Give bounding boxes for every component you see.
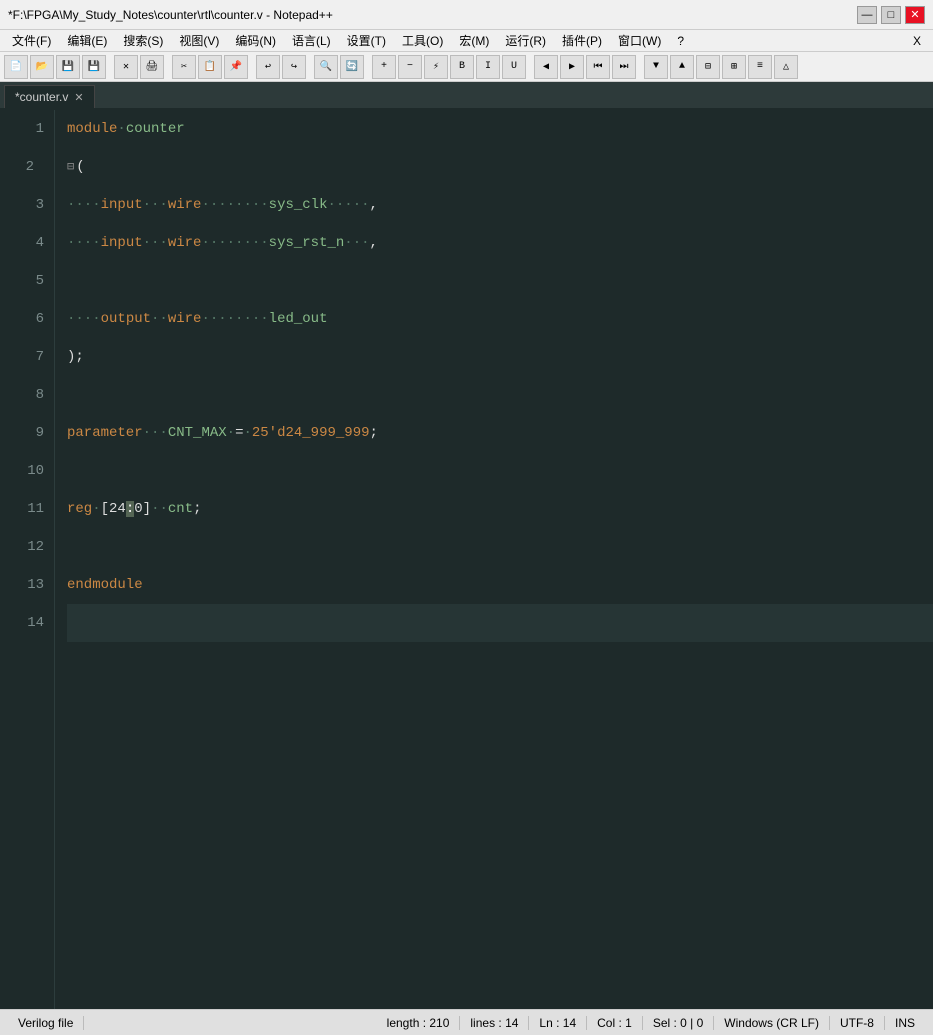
close-button[interactable]: ✕ (905, 6, 925, 24)
tb-b12[interactable]: ≡ (748, 55, 772, 79)
status-ins: INS (885, 1016, 925, 1030)
minimize-button[interactable]: — (857, 6, 877, 24)
line-numbers: 1 2 3 4 5 6 7 8 9 10 11 12 13 14 (0, 110, 55, 1009)
status-filetype: Verilog file (8, 1016, 84, 1030)
line-num-1: 1 (0, 110, 44, 148)
menu-run[interactable]: 运行(R) (497, 30, 554, 51)
tb-close[interactable]: ✕ (114, 55, 138, 79)
status-encoding: Windows (CR LF) (714, 1016, 830, 1030)
tb-b8[interactable]: ▼ (644, 55, 668, 79)
tab-close-icon[interactable]: ✕ (74, 91, 83, 104)
line-num-10: 10 (0, 452, 44, 490)
tb-cut[interactable]: ✂ (172, 55, 196, 79)
tb-b3[interactable]: U (502, 55, 526, 79)
tb-b9[interactable]: ▲ (670, 55, 694, 79)
code-line-8 (67, 376, 933, 414)
title-bar: *F:\FPGA\My_Study_Notes\counter\rtl\coun… (0, 0, 933, 30)
tb-b4[interactable]: ◀ (534, 55, 558, 79)
tb-saveall[interactable]: 💾 (82, 55, 106, 79)
code-line-14 (67, 604, 933, 642)
tb-zoom-in[interactable]: + (372, 55, 396, 79)
tb-replace[interactable]: 🔄 (340, 55, 364, 79)
tb-b10[interactable]: ⊟ (696, 55, 720, 79)
menu-settings[interactable]: 设置(T) (339, 30, 394, 51)
code-area[interactable]: module·counter ⊟( ····input···wire······… (55, 110, 933, 1009)
maximize-button[interactable]: □ (881, 6, 901, 24)
status-bar: Verilog file length : 210 lines : 14 Ln … (0, 1009, 933, 1035)
tb-find[interactable]: 🔍 (314, 55, 338, 79)
line-num-9: 9 (0, 414, 44, 452)
menu-file[interactable]: 文件(F) (4, 30, 59, 51)
menu-tools[interactable]: 工具(O) (394, 30, 451, 51)
status-sel: Sel : 0 | 0 (643, 1016, 714, 1030)
line-num-5: 5 (0, 262, 44, 300)
line-num-12: 12 (0, 528, 44, 566)
code-line-13: endmodule (67, 566, 933, 604)
tb-zoom-out[interactable]: − (398, 55, 422, 79)
line-num-3: 3 (0, 186, 44, 224)
tb-b13[interactable]: △ (774, 55, 798, 79)
title-text: *F:\FPGA\My_Study_Notes\counter\rtl\coun… (8, 8, 333, 22)
code-line-5 (67, 262, 933, 300)
line-num-7: 7 (0, 338, 44, 376)
code-line-7: ); (67, 338, 933, 376)
code-line-4: ····input···wire········sys_rst_n···, (67, 224, 933, 262)
status-col: Col : 1 (587, 1016, 643, 1030)
status-length: length : 210 (377, 1016, 461, 1030)
tb-open[interactable]: 📂 (30, 55, 54, 79)
tb-paste[interactable]: 📌 (224, 55, 248, 79)
tb-print[interactable]: 🖨 (140, 55, 164, 79)
line-num-4: 4 (0, 224, 44, 262)
tab-label: *counter.v (15, 90, 68, 104)
menu-plugins[interactable]: 插件(P) (554, 30, 610, 51)
tb-new[interactable]: 📄 (4, 55, 28, 79)
title-controls: — □ ✕ (857, 6, 925, 24)
code-line-9: parameter···CNT_MAX·=·25'd24_999_999; (67, 414, 933, 452)
line-num-8: 8 (0, 376, 44, 414)
tb-save[interactable]: 💾 (56, 55, 80, 79)
code-line-10 (67, 452, 933, 490)
code-line-6: ····output··wire········led_out (67, 300, 933, 338)
tb-b1[interactable]: B (450, 55, 474, 79)
tb-undo[interactable]: ↩ (256, 55, 280, 79)
menu-window[interactable]: 窗口(W) (610, 30, 669, 51)
menu-bar: 文件(F) 编辑(E) 搜索(S) 视图(V) 编码(N) 语言(L) 设置(T… (0, 30, 933, 52)
tb-copy[interactable]: 📋 (198, 55, 222, 79)
tb-redo[interactable]: ↪ (282, 55, 306, 79)
tb-b7[interactable]: ⏭ (612, 55, 636, 79)
tab-bar: *counter.v ✕ (0, 82, 933, 110)
menu-edit[interactable]: 编辑(E) (59, 30, 115, 51)
menu-close-x[interactable]: X (905, 32, 929, 50)
status-ln: Ln : 14 (529, 1016, 587, 1030)
tb-b5[interactable]: ▶ (560, 55, 584, 79)
tb-sync[interactable]: ⚡ (424, 55, 448, 79)
line-num-2: 2 (0, 148, 44, 186)
line-num-11: 11 (0, 490, 44, 528)
code-line-11: reg·[24:0]··cnt; (67, 490, 933, 528)
tb-b2[interactable]: I (476, 55, 500, 79)
menu-view[interactable]: 视图(V) (171, 30, 227, 51)
code-line-12 (67, 528, 933, 566)
editor-container: 1 2 3 4 5 6 7 8 9 10 11 12 13 14 module·… (0, 110, 933, 1009)
menu-help[interactable]: ? (669, 32, 692, 50)
menu-macro[interactable]: 宏(M) (451, 30, 497, 51)
line-num-13: 13 (0, 566, 44, 604)
line-num-6: 6 (0, 300, 44, 338)
status-charset: UTF-8 (830, 1016, 885, 1030)
status-lines: lines : 14 (460, 1016, 529, 1030)
tab-counter-v[interactable]: *counter.v ✕ (4, 85, 95, 108)
code-line-3: ····input···wire········sys_clk·····, (67, 186, 933, 224)
menu-search[interactable]: 搜索(S) (115, 30, 171, 51)
menu-encode[interactable]: 编码(N) (227, 30, 284, 51)
line-num-14: 14 (0, 604, 44, 642)
code-line-2: ⊟( (67, 148, 933, 186)
tb-b11[interactable]: ⊞ (722, 55, 746, 79)
tb-b6[interactable]: ⏮ (586, 55, 610, 79)
menu-lang[interactable]: 语言(L) (284, 30, 339, 51)
code-line-1: module·counter (67, 110, 933, 148)
toolbar: 📄 📂 💾 💾 ✕ 🖨 ✂ 📋 📌 ↩ ↪ 🔍 🔄 + − ⚡ B I U ◀ … (0, 52, 933, 82)
